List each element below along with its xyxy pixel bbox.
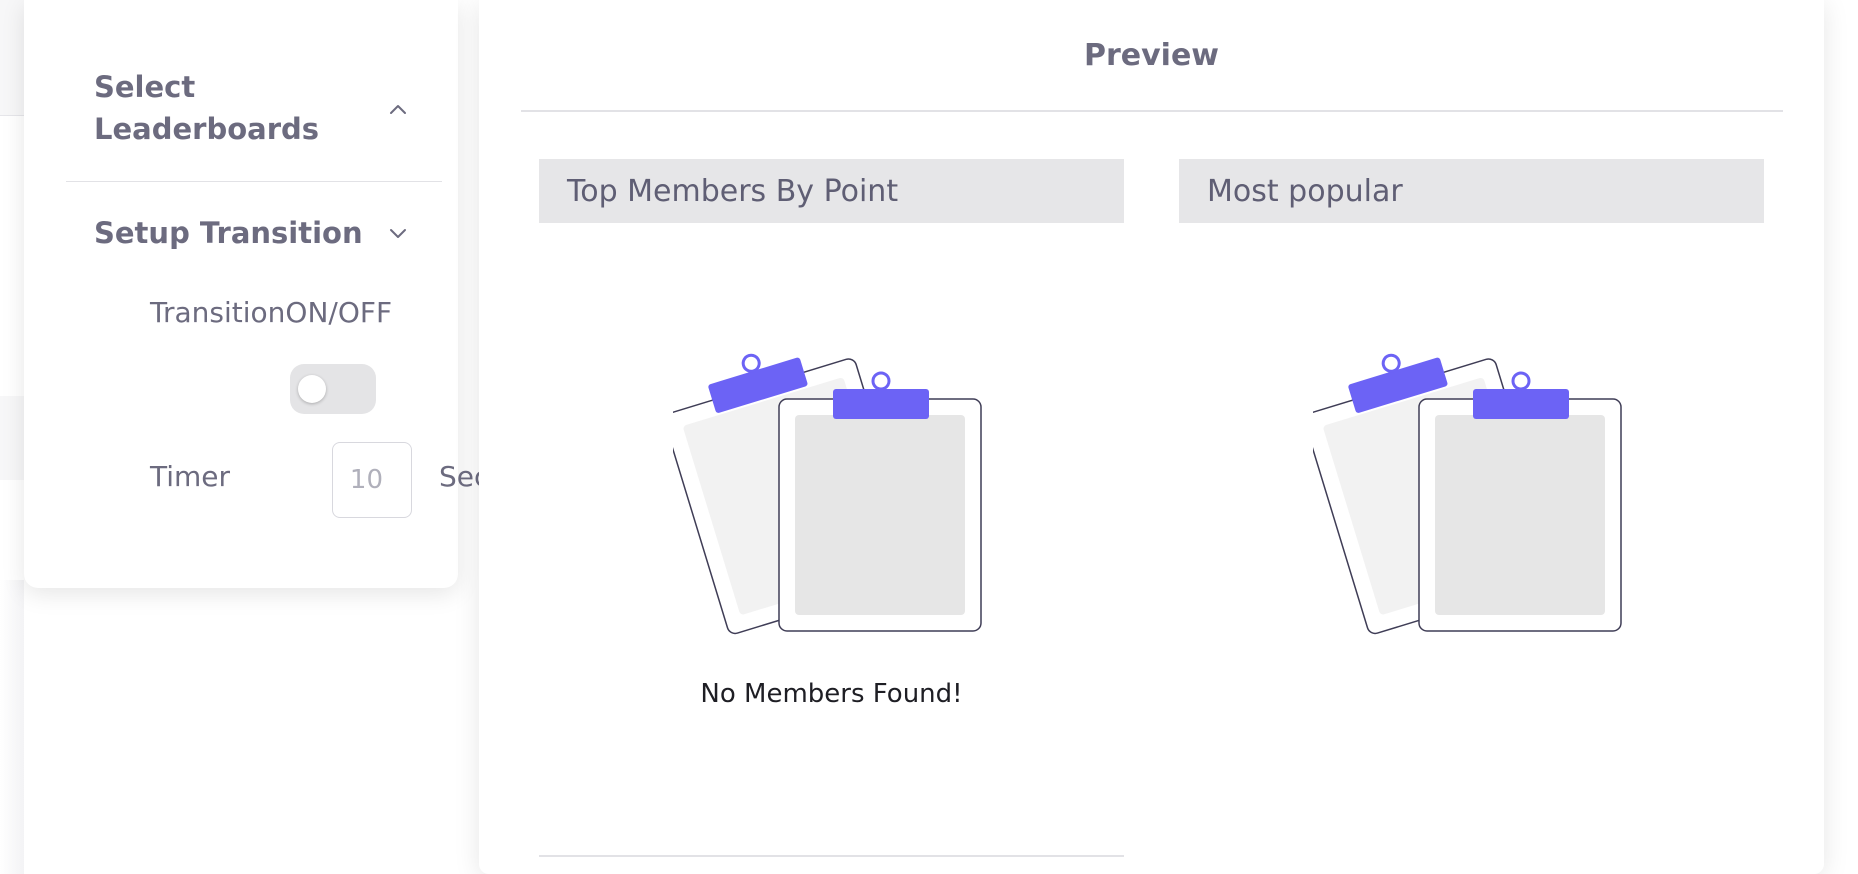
setup-transition-title: Setup Transition bbox=[94, 216, 363, 250]
transition-toggle-label: TransitionON/OFF bbox=[150, 296, 393, 329]
chevron-up-icon[interactable] bbox=[386, 98, 410, 122]
preview-title: Preview bbox=[1083, 38, 1220, 73]
leaderboard-title: Top Members By Point bbox=[539, 159, 1124, 223]
leaderboard-card: Most popular bbox=[1179, 159, 1764, 635]
preview-divider bbox=[521, 110, 1783, 112]
transition-toggle[interactable] bbox=[290, 364, 376, 414]
clipboard-empty-icon bbox=[663, 333, 989, 639]
empty-state-text: No Members Found! bbox=[700, 679, 963, 709]
background-strip bbox=[0, 0, 24, 116]
timer-unit-label: Sec bbox=[439, 460, 479, 493]
preview-panel: Preview Top Members By Point No Members … bbox=[479, 0, 1824, 874]
card-bottom-divider bbox=[539, 855, 1124, 857]
select-leaderboards-title: Select Leaderboards bbox=[94, 66, 319, 150]
select-leaderboards-header[interactable]: Select Leaderboards bbox=[94, 66, 424, 156]
leaderboard-title: Most popular bbox=[1179, 159, 1764, 223]
chevron-down-icon[interactable] bbox=[386, 221, 410, 245]
leaderboard-card: Top Members By Point No Members Found! bbox=[539, 159, 1124, 857]
background-shadow bbox=[0, 580, 24, 874]
select-leaderboards-line2: Leaderboards bbox=[94, 112, 320, 146]
section-divider bbox=[66, 181, 442, 182]
timer-input[interactable] bbox=[332, 442, 412, 518]
toggle-knob bbox=[298, 375, 326, 403]
timer-label: Timer bbox=[150, 460, 231, 493]
settings-panel: Select Leaderboards Setup Transition Tra… bbox=[24, 0, 479, 588]
clipboard-empty-icon bbox=[1303, 333, 1629, 639]
background-strip bbox=[0, 396, 24, 480]
select-leaderboards-line1: Select bbox=[94, 70, 196, 104]
setup-transition-header[interactable]: Setup Transition bbox=[94, 212, 424, 254]
